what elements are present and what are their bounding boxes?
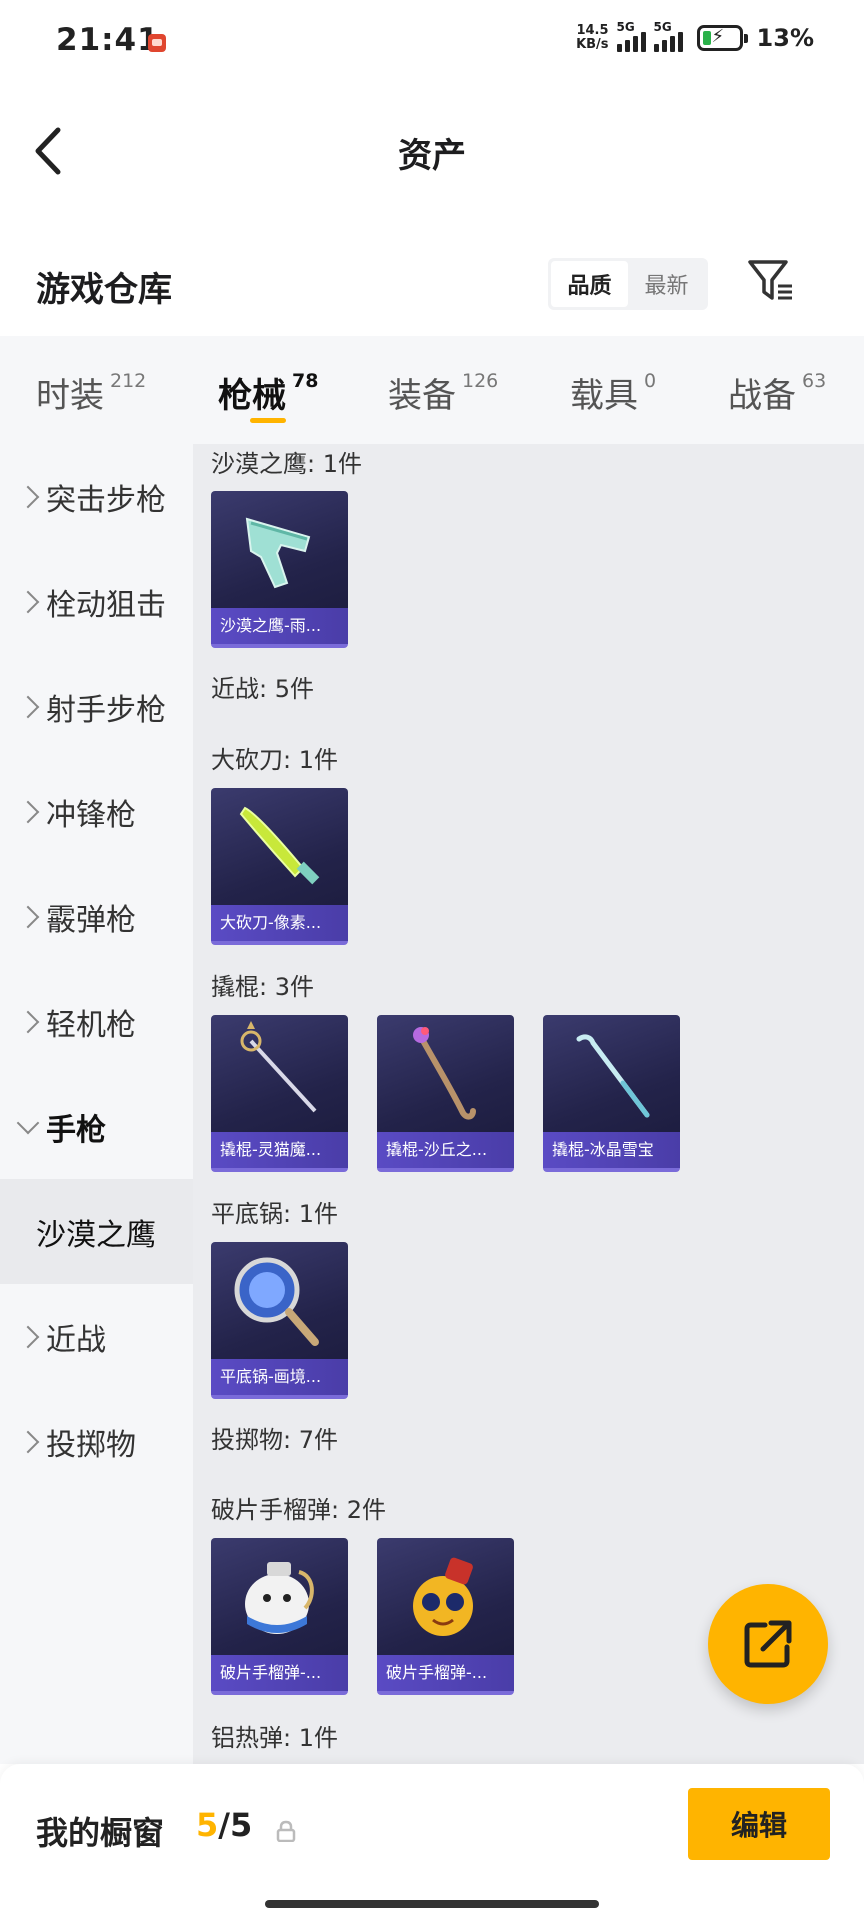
filter-icon[interactable]: [746, 256, 796, 306]
item-card-name: 撬棍-冰晶雪宝: [543, 1132, 680, 1168]
battery-percent: 13%: [756, 24, 814, 52]
item-card-name: 沙漠之鹰-雨...: [211, 608, 348, 644]
scepter-crowbar-icon: [240, 1021, 317, 1113]
sort-toggle: 品质 最新: [548, 258, 708, 310]
item-card-frying-pan[interactable]: 平底锅-画境...: [211, 1242, 348, 1399]
sidebar-item-smg[interactable]: 冲锋枪: [0, 759, 193, 864]
status-indicators: 14.5 KB/s 5G 5G ⚡ 13%: [576, 20, 814, 52]
group-label-melee: 近战: 5件: [211, 675, 314, 703]
showcase-bar: 我的橱窗 5/5 编辑: [0, 1764, 864, 1920]
group-label-frying-pan: 平底锅: 1件: [211, 1200, 338, 1228]
share-icon: [744, 1620, 792, 1668]
weapon-type-sidebar: 突击步枪 栓动狙击 射手步枪 冲锋枪 霰弹枪 轻机枪 手枪 沙漠之鹰 近战 投掷…: [0, 444, 193, 1764]
showcase-label: 我的橱窗: [36, 1814, 165, 1852]
item-card-name: 大砍刀-像素...: [211, 905, 348, 941]
category-tabs: 时装 212 枪械 78 装备 126 载具 0 战备 63: [0, 336, 864, 444]
sidebar-subitem-desert-eagle[interactable]: 沙漠之鹰: [0, 1179, 193, 1284]
page-title: 资产: [398, 136, 466, 176]
net-speed: 14.5 KB/s: [576, 23, 609, 52]
sidebar-item-pistol[interactable]: 手枪: [0, 1074, 193, 1179]
mirror-pan-icon: [234, 1257, 319, 1346]
snowman-grenade-icon: [245, 1562, 314, 1634]
item-list[interactable]: 沙漠之鹰: 1件 沙漠之鹰-雨... 近战: 5件 大砍刀: 1件 大砍刀-像素…: [193, 444, 864, 1764]
emoji-grenade-icon: [413, 1557, 473, 1636]
tab-equipment[interactable]: 装备 126: [388, 368, 498, 417]
group-label-thermite: 铝热弹: 1件: [211, 1724, 338, 1752]
item-card-machete[interactable]: 大砍刀-像素...: [211, 788, 348, 945]
sort-quality-button[interactable]: 品质: [551, 261, 628, 307]
group-label-machete: 大砍刀: 1件: [211, 746, 338, 774]
home-indicator[interactable]: [265, 1900, 599, 1908]
battery-icon: ⚡: [696, 25, 748, 51]
group-label-crowbar: 撬棍: 3件: [211, 973, 314, 1001]
machete-icon: [239, 806, 320, 885]
tab-supplies[interactable]: 战备 63: [728, 368, 826, 417]
item-card-crowbar-3[interactable]: 撬棍-冰晶雪宝: [543, 1015, 680, 1172]
pistol-icon: [245, 517, 311, 589]
item-card-crowbar-1[interactable]: 撬棍-灵猫魔...: [211, 1015, 348, 1172]
status-bar: 21:41 14.5 KB/s 5G 5G ⚡ 13%: [0, 0, 864, 88]
signal-2-icon: 5G: [653, 20, 683, 52]
group-label-throwables: 投掷物: 7件: [211, 1426, 338, 1454]
item-card-frag-grenade-2[interactable]: 破片手榴弹-...: [377, 1538, 514, 1695]
item-card-crowbar-2[interactable]: 撬棍-沙丘之...: [377, 1015, 514, 1172]
sort-newest-button[interactable]: 最新: [628, 261, 705, 307]
sidebar-item-throwables[interactable]: 投掷物: [0, 1389, 193, 1494]
sidebar-item-lmg[interactable]: 轻机枪: [0, 969, 193, 1074]
item-card-name: 撬棍-灵猫魔...: [211, 1132, 348, 1168]
sidebar-item-melee[interactable]: 近战: [0, 1284, 193, 1389]
staff-crowbar-icon: [413, 1027, 476, 1120]
sidebar-item-bolt-sniper[interactable]: 栓动狙击: [0, 549, 193, 654]
active-tab-indicator: [250, 418, 286, 423]
sidebar-item-assault-rifle[interactable]: 突击步枪: [0, 444, 193, 549]
lock-icon: [276, 1820, 296, 1842]
signal-1-icon: 5G: [616, 20, 646, 52]
notification-icon: [148, 34, 166, 52]
group-label-desert-eagle: 沙漠之鹰: 1件: [211, 450, 362, 478]
tab-firearms[interactable]: 枪械 78: [218, 368, 318, 417]
edit-button[interactable]: 编辑: [688, 1788, 830, 1860]
tab-vehicles[interactable]: 载具 0: [570, 368, 656, 417]
tab-fashion[interactable]: 时装 212: [36, 368, 146, 417]
share-button[interactable]: [708, 1584, 828, 1704]
item-card-frag-grenade-1[interactable]: 破片手榴弹-...: [211, 1538, 348, 1695]
status-time: 21:41: [56, 22, 160, 58]
item-card-name: 破片手榴弹-...: [377, 1655, 514, 1691]
showcase-count: 5/5: [196, 1806, 253, 1844]
item-card-desert-eagle[interactable]: 沙漠之鹰-雨...: [211, 491, 348, 648]
warehouse-title: 游戏仓库: [36, 270, 172, 310]
ice-crowbar-icon: [576, 1034, 650, 1118]
sidebar-item-marksman-rifle[interactable]: 射手步枪: [0, 654, 193, 759]
item-card-name: 破片手榴弹-...: [211, 1655, 348, 1691]
item-card-name: 撬棍-沙丘之...: [377, 1132, 514, 1168]
group-label-frag-grenade: 破片手榴弹: 2件: [211, 1496, 386, 1524]
sidebar-item-shotgun[interactable]: 霰弹枪: [0, 864, 193, 969]
item-card-name: 平底锅-画境...: [211, 1359, 348, 1395]
